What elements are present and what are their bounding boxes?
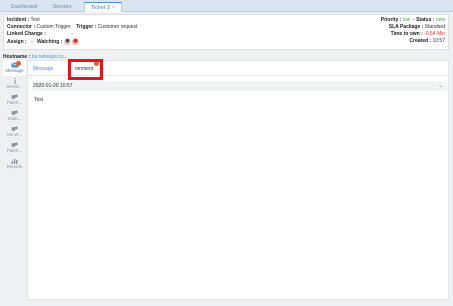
tab-ticket-label: Ticket 2 bbox=[90, 5, 110, 11]
tab-dashboard[interactable]: Dashboard bbox=[8, 2, 40, 12]
ticket-header: Incident : Test Connector : Custom Trigg… bbox=[3, 14, 449, 50]
priority-value: low bbox=[402, 17, 411, 23]
sla-row: SLA Package : Standard bbox=[389, 24, 445, 31]
sidebar-item-label: Reports bbox=[6, 164, 23, 169]
tab-ticket[interactable]: Ticket 2 × bbox=[84, 2, 122, 12]
assign-row: Assign : - Watching : bbox=[7, 38, 80, 46]
sidebar-item-label: Patch... bbox=[6, 148, 23, 153]
tab-bar: Dashboard Servers Ticket 2 × bbox=[0, 0, 453, 12]
sidebar-item-patch-2[interactable]: Patch... bbox=[3, 140, 26, 156]
time-to-own-row: Time to own : -0.54 Min bbox=[391, 31, 445, 38]
created-row: Created : 10:57 bbox=[409, 38, 445, 45]
time-to-own-label: Time to own : bbox=[390, 31, 423, 37]
sidebar-item-label: Zabb... bbox=[7, 116, 22, 121]
linked-change-row: Linked Change : - bbox=[7, 31, 73, 38]
assign-value[interactable]: - bbox=[31, 39, 33, 45]
trigger-value: Customer request bbox=[97, 24, 138, 30]
main-panel: Message omment 2020-01-20 10:57 ⌄ Test bbox=[27, 60, 449, 300]
sidebar-item-label: Patch... bbox=[6, 100, 23, 105]
created-label: Created : bbox=[409, 38, 432, 44]
connector-row: Connector : Custom Trigger Trigger : Cus… bbox=[7, 24, 137, 31]
status-label: Status : bbox=[416, 17, 435, 23]
sidebar-item-zabbix[interactable]: Zabb... bbox=[3, 108, 26, 124]
sidebar: Message Servic... Patch... Zabb... Ms W.… bbox=[3, 60, 26, 300]
connector-label: Connector : bbox=[7, 24, 36, 30]
sidebar-item-reports[interactable]: Reports bbox=[3, 156, 26, 172]
sidebar-item-label: Ms W... bbox=[7, 132, 22, 137]
comment-entry-header[interactable]: 2020-01-20 10:57 ⌄ bbox=[33, 81, 447, 91]
watching-label: Watching : bbox=[36, 38, 63, 45]
created-value: 10:57 bbox=[432, 38, 445, 44]
avatar[interactable] bbox=[71, 38, 79, 45]
subtab-message[interactable]: Message bbox=[33, 64, 53, 74]
sidebar-item-ms-windows[interactable]: Ms W... bbox=[3, 124, 26, 140]
sla-label: SLA Package : bbox=[388, 24, 424, 30]
close-icon[interactable]: × bbox=[112, 5, 115, 11]
priority-label: Priority : bbox=[380, 17, 402, 23]
trigger-label: Trigger : bbox=[76, 24, 97, 30]
sidebar-item-label: Message bbox=[5, 68, 24, 73]
incident-label: Incident : bbox=[7, 17, 30, 23]
assign-label: Assign : bbox=[7, 38, 27, 45]
sla-value: Standard bbox=[424, 24, 445, 30]
chevron-down-icon[interactable]: ⌄ bbox=[438, 81, 443, 91]
sidebar-item-service[interactable]: Servic... bbox=[3, 76, 26, 92]
comment-date: 2020-01-20 10:57 bbox=[33, 83, 73, 89]
sidebar-item-patch[interactable]: Patch... bbox=[3, 92, 26, 108]
incident-value: Test bbox=[30, 17, 40, 23]
priority-status-row: Priority : low - Status : new bbox=[380, 17, 445, 23]
connector-value: Custom Trigger bbox=[36, 24, 71, 30]
sidebar-item-message[interactable]: Message bbox=[3, 60, 26, 76]
tab-servers[interactable]: Servers bbox=[46, 2, 78, 12]
notification-badge bbox=[16, 61, 21, 66]
avatar[interactable] bbox=[63, 38, 71, 45]
sidebar-item-label: Servic... bbox=[6, 84, 23, 89]
comment-body: Test bbox=[34, 97, 44, 103]
linked-change-value[interactable]: - bbox=[71, 31, 73, 37]
status-badge: new bbox=[435, 17, 445, 23]
time-to-own-value: -0.54 Min bbox=[424, 31, 445, 37]
highlight-box bbox=[68, 59, 103, 80]
linked-change-label: Linked Change : bbox=[7, 31, 46, 37]
incident-row: Incident : Test bbox=[7, 17, 40, 24]
